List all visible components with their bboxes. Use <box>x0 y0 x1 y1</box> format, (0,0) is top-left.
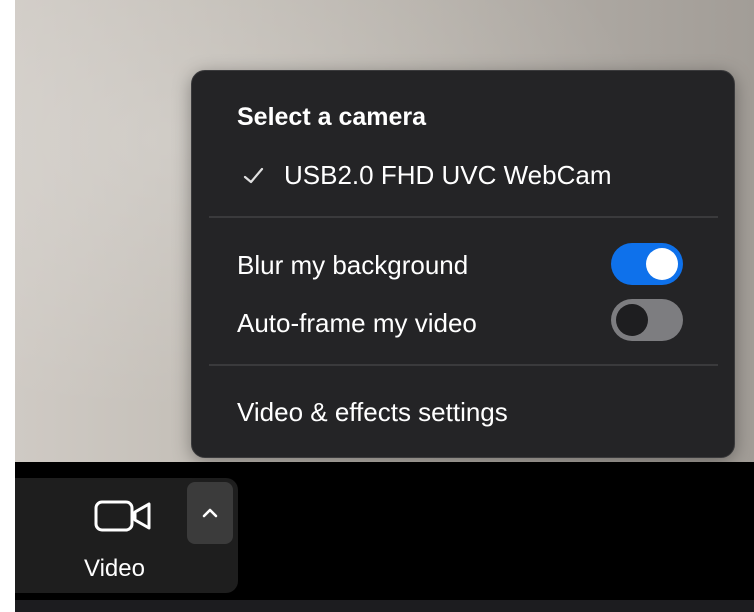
blur-background-toggle[interactable] <box>611 243 683 285</box>
auto-frame-toggle[interactable] <box>611 299 683 341</box>
blur-background-label: Blur my background <box>237 250 469 280</box>
check-icon <box>243 167 264 183</box>
meeting-window: Video Select a camera USB2.0 FHD UVC Web… <box>0 0 754 612</box>
camera-options-menu: Select a camera USB2.0 FHD UVC WebCam Bl… <box>191 70 735 458</box>
toggle-knob <box>646 248 678 280</box>
camera-option-usb-webcam[interactable]: USB2.0 FHD UVC WebCam <box>242 160 612 191</box>
video-camera-icon[interactable] <box>93 497 155 535</box>
menu-divider <box>209 364 718 366</box>
menu-header: Select a camera <box>237 103 427 131</box>
toggle-knob <box>616 304 648 336</box>
menu-divider <box>209 216 718 218</box>
camera-option-label: USB2.0 FHD UVC WebCam <box>284 160 612 190</box>
auto-frame-label: Auto-frame my video <box>237 308 477 338</box>
video-options-button[interactable] <box>187 482 233 544</box>
chevron-up-icon <box>202 508 218 518</box>
video-effects-settings-item[interactable]: Video & effects settings <box>237 397 508 428</box>
video-button-label[interactable]: Video <box>84 555 164 583</box>
bottom-strip <box>15 600 754 612</box>
